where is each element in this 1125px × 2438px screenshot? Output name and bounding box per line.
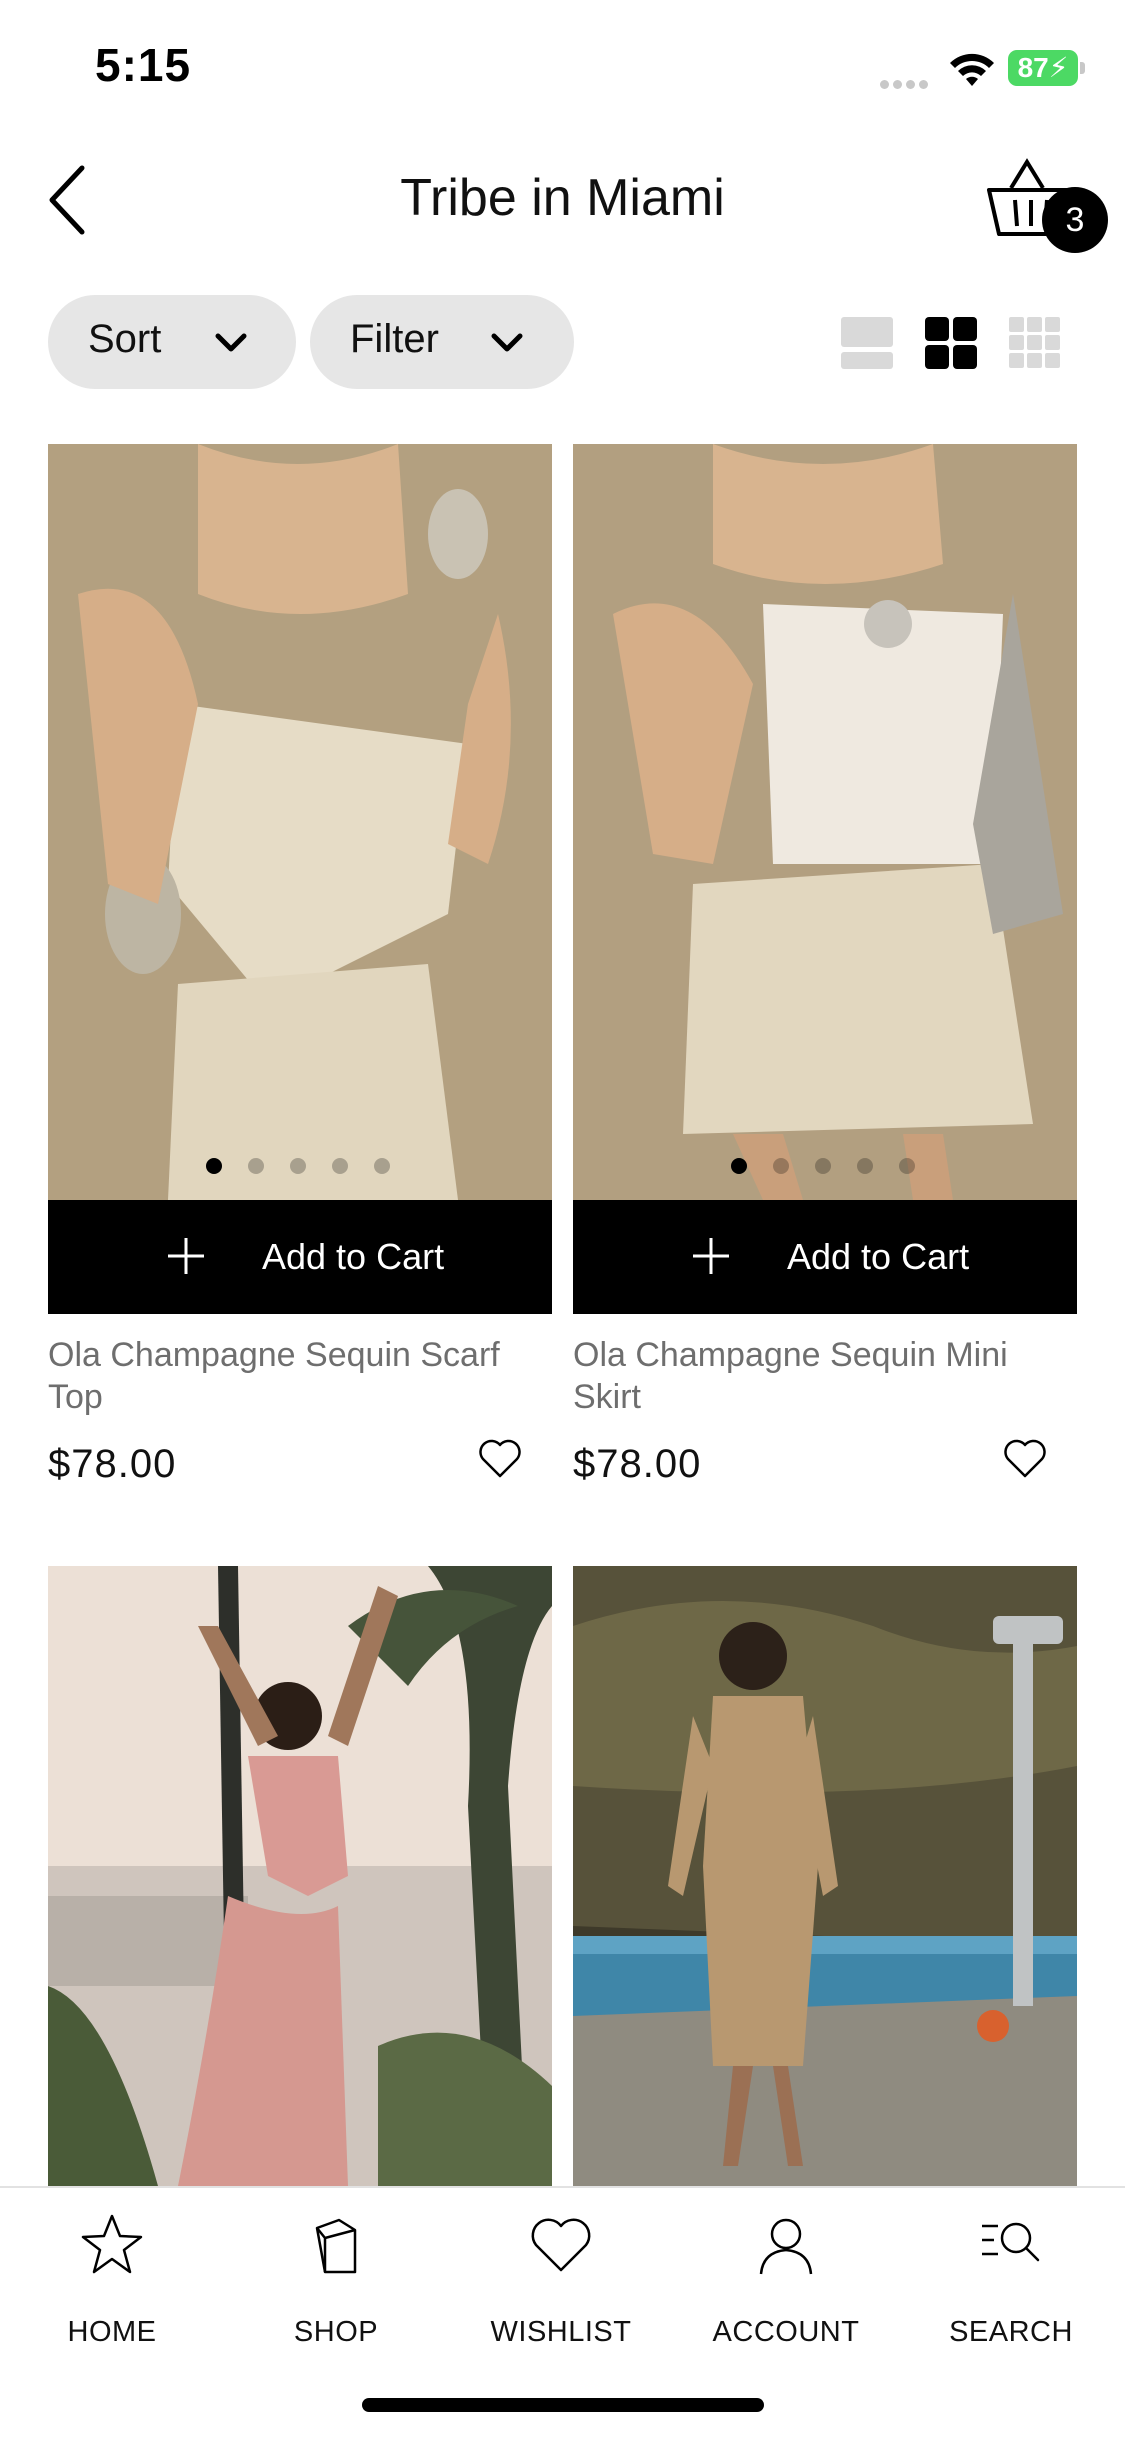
carousel-dot[interactable] [374, 1158, 390, 1174]
product-card[interactable] [573, 1566, 1077, 2186]
home-indicator [362, 2398, 764, 2412]
product-price: $78.00 [48, 1442, 177, 1486]
tab-account[interactable]: ACCOUNT [686, 2212, 886, 2352]
carousel-dot[interactable] [206, 1158, 222, 1174]
carousel-dot[interactable] [290, 1158, 306, 1174]
add-to-cart-label: Add to Cart [262, 1236, 445, 1277]
tab-home[interactable]: HOME [12, 2212, 212, 2352]
tab-label: SEARCH [949, 2316, 1073, 2348]
tab-label: WISHLIST [490, 2316, 632, 2348]
product-price: $78.00 [573, 1442, 702, 1486]
product-image[interactable] [573, 1566, 1077, 2186]
add-to-cart-button[interactable]: Add to Cart [48, 1200, 552, 1314]
product-card[interactable]: Add to Cart Ola Champagne Sequin Mini Sk… [573, 444, 1077, 1504]
tab-shop[interactable]: SHOP [236, 2212, 436, 2352]
battery-tip [1080, 62, 1085, 74]
wishlist-heart-icon[interactable] [1003, 1439, 1047, 1479]
nav-header: Tribe in Miami [0, 140, 1125, 260]
carousel-dot[interactable] [857, 1158, 873, 1174]
wifi-icon [950, 53, 994, 86]
product-name[interactable]: Ola Champagne Sequin Mini Skirt [573, 1334, 1053, 1418]
back-chevron-icon[interactable] [44, 162, 94, 238]
battery-indicator: 87⚡ [1008, 50, 1078, 86]
product-card[interactable] [48, 1566, 552, 2186]
product-image[interactable] [48, 444, 552, 1200]
grid-2-view-icon[interactable] [924, 316, 978, 370]
shopping-bag-icon [315, 2218, 357, 2274]
carousel-dot[interactable] [731, 1158, 747, 1174]
tab-wishlist[interactable]: WISHLIST [461, 2212, 661, 2352]
status-bar: 5:15 87⚡ [0, 0, 1125, 140]
list-view-icon[interactable] [840, 316, 894, 370]
product-image[interactable] [573, 444, 1077, 1200]
page-title: Tribe in Miami [400, 169, 725, 227]
product-image[interactable] [48, 1566, 552, 2186]
sort-label: Sort [88, 317, 162, 361]
tab-label: SHOP [293, 2316, 379, 2348]
sort-button[interactable]: Sort [48, 295, 296, 389]
carousel-dot[interactable] [773, 1158, 789, 1174]
add-to-cart-button[interactable]: Add to Cart [573, 1200, 1077, 1314]
chevron-down-icon [491, 333, 523, 352]
carousel-dot[interactable] [899, 1158, 915, 1174]
wishlist-heart-icon[interactable] [478, 1439, 522, 1479]
user-icon [759, 2218, 813, 2275]
plus-icon [693, 1238, 729, 1274]
cart-count-badge: 3 [1042, 187, 1108, 253]
star-icon [81, 2214, 143, 2274]
heart-icon [531, 2218, 591, 2272]
carousel-dot[interactable] [815, 1158, 831, 1174]
plus-icon [168, 1238, 204, 1274]
status-time: 5:15 [95, 39, 192, 91]
tab-label: HOME [67, 2316, 157, 2348]
tab-search[interactable]: SEARCH [911, 2212, 1111, 2352]
product-name[interactable]: Ola Champagne Sequin Scarf Top [48, 1334, 528, 1418]
carousel-dot[interactable] [332, 1158, 348, 1174]
product-card[interactable]: Add to Cart Ola Champagne Sequin Scarf T… [48, 444, 552, 1504]
grid-3-view-icon[interactable] [1008, 316, 1062, 370]
tab-label: ACCOUNT [712, 2316, 860, 2348]
cellular-signal-icon [880, 76, 934, 89]
filter-label: Filter [350, 317, 439, 361]
add-to-cart-label: Add to Cart [787, 1236, 970, 1277]
search-icon [982, 2222, 1040, 2262]
chevron-down-icon [215, 333, 247, 352]
filter-button[interactable]: Filter [310, 295, 574, 389]
carousel-dot[interactable] [248, 1158, 264, 1174]
